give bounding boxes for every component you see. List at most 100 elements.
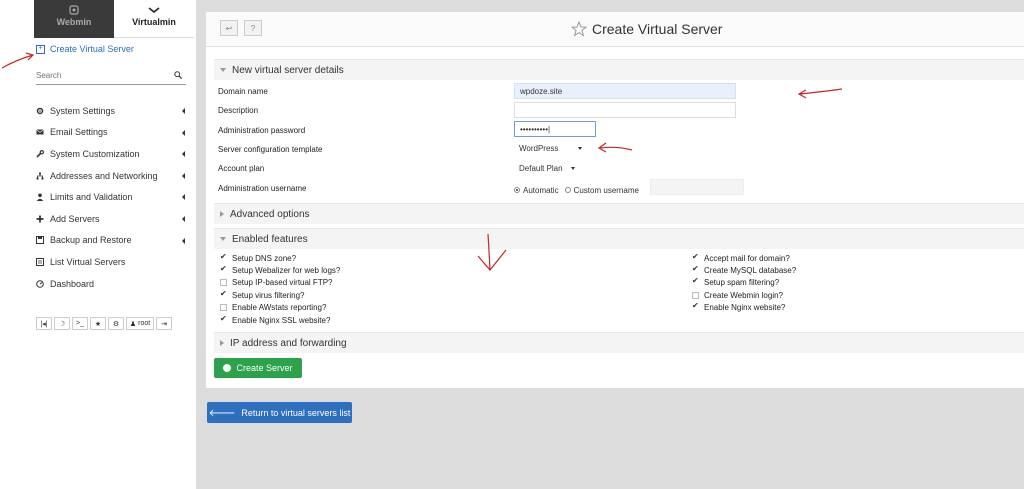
- feature-nginx-website[interactable]: Enable Nginx website?: [692, 301, 785, 313]
- search-icon[interactable]: [174, 71, 182, 79]
- sidebar-search: [36, 68, 186, 85]
- caret-right-icon: [220, 340, 224, 346]
- section-new-details[interactable]: New virtual server details: [214, 59, 1024, 80]
- template-select[interactable]: WordPress: [514, 140, 583, 156]
- feature-webalizer[interactable]: Setup Webalizer for web logs?: [220, 264, 340, 276]
- checkbox[interactable]: [220, 303, 227, 311]
- account-plan-select[interactable]: Default Plan: [514, 160, 575, 176]
- caret-left-icon: [182, 237, 185, 244]
- custom-username-field[interactable]: [650, 179, 744, 195]
- sidebar-item-dashboard[interactable]: Dashboard: [36, 273, 188, 295]
- star-icon[interactable]: [571, 21, 587, 37]
- favorites-button[interactable]: ★: [90, 317, 106, 330]
- user-icon: [36, 193, 44, 202]
- wrench-icon: [36, 149, 44, 158]
- sidebar-item-label: System Settings: [50, 105, 116, 116]
- collapse-button[interactable]: |◂|: [36, 317, 52, 330]
- checkbox[interactable]: [220, 252, 227, 262]
- checkbox[interactable]: [220, 264, 227, 274]
- settings-button[interactable]: ⚙: [108, 317, 124, 330]
- chevron-down-icon: [570, 166, 575, 170]
- feature-virus-filtering[interactable]: Setup virus filtering?: [220, 289, 304, 301]
- sidebar-item-addresses-networking[interactable]: Addresses and Networking: [36, 165, 188, 187]
- search-input[interactable]: [36, 68, 161, 82]
- feature-spam-filtering[interactable]: Setup spam filtering?: [692, 276, 779, 288]
- account-plan-label: Account plan: [218, 164, 265, 173]
- user-button[interactable]: ♟ root: [126, 317, 154, 330]
- description-field[interactable]: [514, 102, 736, 118]
- sidebar-item-label: Email Settings: [50, 127, 108, 138]
- section-enabled-features[interactable]: Enabled features: [214, 228, 1024, 249]
- create-server-button[interactable]: Create Server: [214, 358, 302, 378]
- feature-ip-ftp[interactable]: Setup IP-based virtual FTP?: [220, 276, 333, 288]
- section-advanced-options[interactable]: Advanced options: [214, 203, 1024, 224]
- tab-virtualmin-label: Virtualmin: [132, 17, 176, 27]
- envelope-icon: [36, 129, 44, 135]
- feature-webmin-login[interactable]: Create Webmin login?: [692, 289, 783, 301]
- section-title: Advanced options: [230, 208, 310, 220]
- sidebar-item-email-settings[interactable]: Email Settings: [36, 122, 188, 144]
- sidebar-item-backup-restore[interactable]: Backup and Restore: [36, 230, 188, 252]
- radio-custom[interactable]: [564, 187, 571, 193]
- feature-label: Create MySQL database?: [704, 265, 797, 275]
- checkbox[interactable]: [692, 301, 699, 311]
- domain-name-label: Domain name: [218, 87, 268, 96]
- terminal-button[interactable]: >_: [72, 317, 88, 330]
- tab-webmin-label: Webmin: [56, 17, 92, 27]
- page-title: Create Virtual Server: [571, 21, 722, 37]
- network-icon: [36, 172, 44, 180]
- admin-password-field[interactable]: ••••••••••|: [514, 121, 596, 137]
- sidebar-item-system-customization[interactable]: System Customization: [36, 143, 188, 165]
- domain-name-field[interactable]: wpdoze.site: [514, 83, 736, 99]
- checkbox[interactable]: [692, 276, 699, 286]
- sidebar-item-label: Backup and Restore: [50, 235, 132, 246]
- admin-password-label: Administration password: [218, 126, 306, 135]
- return-to-list-label: Return to virtual servers list: [241, 407, 351, 418]
- sidebar-item-list-virtual-servers[interactable]: List Virtual Servers: [36, 251, 188, 273]
- tab-virtualmin[interactable]: Virtualmin: [114, 0, 194, 38]
- tab-webmin[interactable]: Webmin: [34, 0, 114, 38]
- check-circle-icon: [223, 364, 232, 372]
- checkbox[interactable]: [692, 264, 699, 274]
- night-mode-button[interactable]: ☽: [54, 317, 70, 330]
- radio-automatic[interactable]: [514, 187, 520, 193]
- admin-username-label: Administration username: [218, 184, 307, 193]
- sidebar: Webmin Virtualmin + Create Virtual Serve…: [0, 0, 196, 489]
- back-button[interactable]: ↩: [220, 20, 238, 36]
- virtualmin-logo-icon: [148, 7, 160, 14]
- feature-label: Setup DNS zone?: [232, 253, 297, 263]
- return-to-list-button[interactable]: 🡐 Return to virtual servers list: [207, 402, 352, 423]
- caret-left-icon: [182, 172, 185, 179]
- checkbox[interactable]: [692, 252, 699, 262]
- caret-left-icon: [182, 151, 185, 158]
- help-button[interactable]: ?: [244, 20, 262, 36]
- page-header: ↩ ? Create Virtual Server: [206, 12, 1024, 47]
- feature-mysql[interactable]: Create MySQL database?: [692, 264, 796, 276]
- page-title-text: Create Virtual Server: [592, 21, 723, 37]
- checkbox[interactable]: [220, 289, 227, 299]
- sidebar-item-label: Add Servers: [50, 213, 100, 224]
- sidebar-menu: System Settings Email Settings System Cu…: [36, 100, 188, 294]
- caret-right-icon: [220, 211, 224, 217]
- logout-button[interactable]: ⇥: [156, 317, 172, 330]
- sidebar-item-limits-validation[interactable]: Limits and Validation: [36, 186, 188, 208]
- sidebar-item-label: List Virtual Servers: [50, 256, 126, 267]
- sidebar-item-label: Limits and Validation: [50, 192, 133, 203]
- template-label: Server configuration template: [218, 145, 323, 154]
- feature-nginx-ssl[interactable]: Enable Nginx SSL website?: [220, 314, 330, 326]
- feature-awstats[interactable]: Enable AWstats reporting?: [220, 301, 326, 313]
- feature-label: Enable Nginx website?: [704, 302, 786, 312]
- section-ip-forwarding[interactable]: IP address and forwarding: [214, 332, 1024, 353]
- checkbox[interactable]: [692, 291, 699, 299]
- create-virtual-server-link[interactable]: + Create Virtual Server: [36, 44, 134, 54]
- checkbox[interactable]: [220, 278, 227, 286]
- sidebar-item-add-servers[interactable]: Add Servers: [36, 208, 188, 230]
- checkbox[interactable]: [220, 314, 227, 324]
- feature-accept-mail[interactable]: Accept mail for domain?: [692, 252, 790, 264]
- caret-down-icon: [220, 237, 226, 241]
- feature-dns-zone[interactable]: Setup DNS zone?: [220, 252, 296, 264]
- sidebar-item-system-settings[interactable]: System Settings: [36, 100, 188, 122]
- annotation-arrow-features: [477, 233, 507, 271]
- feature-label: Setup spam filtering?: [704, 277, 780, 287]
- sidebar-item-label: Dashboard: [50, 278, 95, 289]
